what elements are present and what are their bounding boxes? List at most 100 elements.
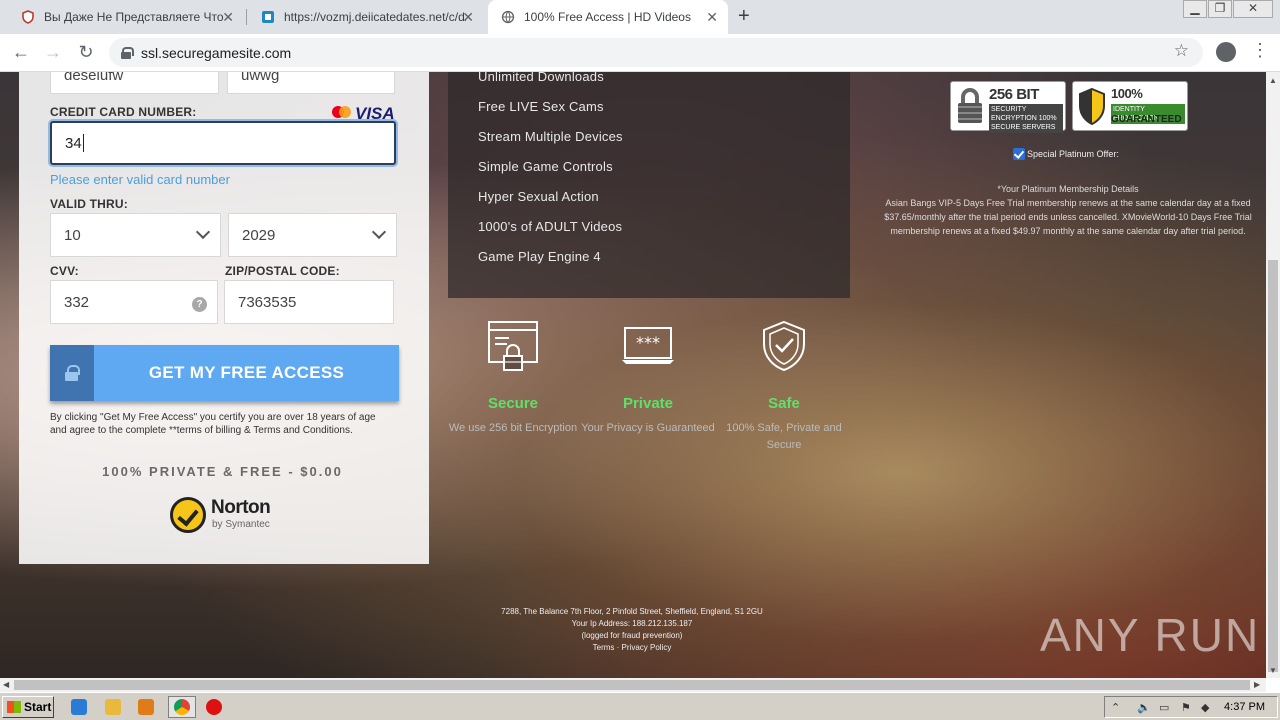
network-icon[interactable]: ▭	[1159, 701, 1169, 714]
zip-input[interactable]: 7363535	[224, 280, 394, 324]
close-tab-icon[interactable]: ✕	[462, 9, 474, 26]
shield-icon	[20, 9, 36, 25]
minimize-button[interactable]: ▁	[1183, 0, 1207, 18]
maximize-button[interactable]: ❐	[1208, 0, 1232, 18]
tab-divider	[246, 9, 247, 25]
trust-safe-title: Safe	[768, 395, 800, 412]
trust-safe-desc: 100% Safe, Private and Secure	[726, 422, 842, 451]
volume-icon[interactable]: 🔈	[1137, 701, 1151, 714]
vertical-scrollbar[interactable]: ▲ ▼	[1266, 72, 1280, 678]
month-select[interactable]: 10	[50, 213, 221, 257]
site-icon	[260, 9, 276, 25]
horizontal-scrollbar[interactable]: ◀ ▶	[0, 678, 1266, 692]
ssl-subtitle: SECURITY ENCRYPTION 100% SECURE SERVERS	[989, 104, 1063, 133]
terms-text: By clicking "Get My Free Access" you cer…	[50, 412, 376, 436]
tray-expand-icon[interactable]: ⌃	[1111, 701, 1120, 714]
last-name-field[interactable]: uwwg	[227, 72, 395, 94]
year-value: 2029	[242, 226, 276, 244]
tab-2[interactable]: https://vozmj.deiicatedates.net/c/dz ✕	[248, 0, 484, 34]
new-tab-button[interactable]: +	[738, 5, 750, 28]
tab-title: Вы Даже Не Представляете Что Мо	[44, 10, 226, 24]
stop-icon[interactable]	[206, 699, 222, 715]
trust-secure-desc: We use 256 bit Encryption	[448, 422, 578, 434]
ssl-badge: 256 BIT SSL SECURITY ENCRYPTION 100% SEC…	[950, 81, 1066, 133]
special-offer-checkbox[interactable]	[1013, 148, 1025, 160]
anyrun-watermark: ANY RUN	[1040, 609, 1261, 661]
last-name-value: uwwg	[241, 72, 280, 84]
scroll-left-icon[interactable]: ◀	[3, 680, 9, 689]
scroll-down-icon[interactable]: ▼	[1269, 666, 1277, 675]
valid-thru-label: VALID THRU:	[50, 197, 128, 211]
padlock-icon	[65, 365, 80, 381]
cc-value: 34	[65, 134, 82, 152]
cta-lock-box	[50, 345, 94, 401]
media-player-icon[interactable]	[138, 699, 154, 715]
norton-name: Norton	[211, 497, 271, 518]
cta-label: GET MY FREE ACCESS	[148, 363, 345, 382]
privacy-guaranteed: GUARANTEED	[1111, 114, 1182, 125]
tab-1[interactable]: Вы Даже Не Представляете Что Мо ✕	[8, 0, 244, 34]
system-tray: ⌃ 🔈 ▭ ⚑ ◆ 4:37 PM	[1104, 696, 1278, 718]
year-select[interactable]: 2029	[228, 213, 397, 257]
scroll-thumb[interactable]	[1268, 260, 1278, 672]
shield-tray-icon[interactable]: ◆	[1201, 701, 1209, 714]
feature-item: Free LIVE Sex Cams	[478, 99, 604, 114]
browser-toolbar: ← → ↻ ssl.securegamesite.com ☆ ⋮	[0, 34, 1280, 72]
trust-secure-title: Secure	[487, 395, 539, 412]
back-arrow-icon[interactable]: ←	[10, 42, 32, 63]
credit-card-input[interactable]: 34	[50, 121, 396, 165]
reload-icon[interactable]: ↻	[75, 42, 97, 63]
help-icon[interactable]: ?	[192, 297, 207, 312]
profile-avatar-icon[interactable]	[1216, 42, 1236, 62]
menu-kebab-icon[interactable]: ⋮	[1251, 40, 1269, 61]
privacy-badge: 100% PRIVACY IDENTITY PROTECTION GUARANT…	[1072, 81, 1188, 131]
mastercard-icon	[332, 106, 352, 118]
browser-lock-icon	[487, 320, 539, 372]
cc-error-message: Please enter valid card number	[50, 172, 230, 187]
cc-label: CREDIT CARD NUMBER:	[50, 105, 197, 119]
tab-title: https://vozmj.deiicatedates.net/c/dz	[284, 10, 466, 24]
footer-address: 7288, The Balance 7th Floor, 2 Pinfold S…	[501, 607, 763, 616]
forward-arrow-icon[interactable]: →	[42, 42, 64, 63]
close-tab-icon[interactable]: ✕	[706, 9, 718, 26]
trust-private-title: Private	[622, 395, 674, 412]
svg-text:***: ***	[636, 333, 660, 352]
norton-check-icon	[170, 497, 206, 533]
tab-3[interactable]: 100% Free Access | HD Videos ✕	[488, 0, 728, 34]
features-panel: Unlimited Downloads Free LIVE Sex Cams S…	[448, 72, 850, 298]
scroll-thumb[interactable]	[14, 680, 1250, 690]
page-viewport: deselufw uwwg CREDIT CARD NUMBER: VISA 3…	[0, 72, 1266, 678]
special-offer-label: Special Platinum Offer:	[1027, 149, 1119, 159]
bookmark-star-icon[interactable]: ☆	[1174, 41, 1189, 61]
feature-item: Stream Multiple Devices	[478, 129, 623, 144]
ie-icon[interactable]	[71, 699, 87, 715]
feature-item: Unlimited Downloads	[478, 72, 604, 84]
address-bar[interactable]: ssl.securegamesite.com ☆	[109, 38, 1203, 67]
chevron-down-icon	[195, 224, 211, 240]
checkout-form: deselufw uwwg CREDIT CARD NUMBER: VISA 3…	[19, 72, 429, 564]
footer-links[interactable]: Terms · Privacy Policy	[440, 642, 824, 654]
scroll-up-icon[interactable]: ▲	[1269, 76, 1277, 85]
shield-check-icon	[758, 320, 810, 372]
first-name-value: deselufw	[64, 72, 124, 84]
scroll-right-icon[interactable]: ▶	[1254, 680, 1260, 689]
feature-item: Hyper Sexual Action	[478, 189, 599, 204]
start-button[interactable]: Start	[2, 696, 54, 718]
special-offer-option[interactable]: Special Platinum Offer:	[1013, 148, 1119, 160]
folder-icon[interactable]	[105, 699, 121, 715]
close-tab-icon[interactable]: ✕	[222, 9, 234, 26]
windows-taskbar: Start ⌃ 🔈 ▭ ⚑ ◆ 4:37 PM	[0, 692, 1280, 720]
cvv-label: CVV:	[50, 264, 79, 278]
windows-flag-icon	[7, 701, 21, 713]
membership-disclaimer: *Your Platinum Membership Details Asian …	[884, 184, 1252, 236]
zip-label: ZIP/POSTAL CODE:	[225, 264, 340, 278]
trust-secure: Secure We use 256 bit Encryption	[445, 320, 581, 437]
get-free-access-button[interactable]: GET MY FREE ACCESS	[50, 345, 399, 401]
flag-icon[interactable]: ⚑	[1181, 701, 1191, 714]
close-window-button[interactable]: ✕	[1233, 0, 1273, 18]
first-name-field[interactable]: deselufw	[50, 72, 219, 94]
cvv-input[interactable]: 332 ?	[50, 280, 218, 324]
url-text: ssl.securegamesite.com	[141, 44, 292, 61]
clock[interactable]: 4:37 PM	[1224, 701, 1265, 713]
month-value: 10	[64, 226, 81, 244]
